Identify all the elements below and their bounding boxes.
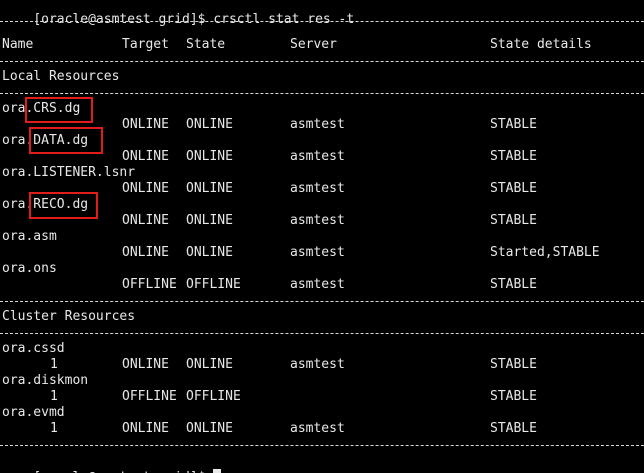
resource-name: ora.cssd [2, 341, 65, 356]
resource-state: ONLINE [186, 421, 233, 436]
header-target: Target [122, 37, 169, 52]
header-name: Name [2, 37, 34, 52]
divider [0, 21, 644, 22]
resource-row: OFFLINE OFFLINE asmtest STABLE [2, 277, 537, 293]
current-prompt-line[interactable]: [oracle@asmtest grid]$ [2, 453, 222, 473]
resource-row: ONLINE ONLINE asmtest Started,STABLE [2, 245, 600, 261]
resource-details: STABLE [490, 277, 537, 292]
resource-state: ONLINE [186, 181, 233, 196]
resource-row: 1 ONLINE ONLINE asmtest STABLE [2, 357, 537, 373]
resource-state: ONLINE [186, 117, 233, 132]
resource-target: ONLINE [122, 213, 169, 228]
header-server: Server [290, 37, 337, 52]
divider [0, 61, 644, 62]
resource-name: ora.asm [2, 229, 57, 244]
resource-details: STABLE [490, 421, 537, 436]
terminal-window[interactable]: [oracle@asmtest grid]$ crsctl stat res -… [0, 0, 644, 473]
resource-server: asmtest [290, 149, 345, 164]
resource-details: STABLE [490, 181, 537, 196]
prompt: [oracle@asmtest grid]$ [33, 12, 206, 27]
header-state: State [186, 37, 226, 52]
divider [0, 301, 644, 302]
resource-server: asmtest [290, 357, 345, 372]
header-state-details: State details [490, 37, 592, 52]
resource-details: STABLE [490, 213, 537, 228]
resource-details: Started,STABLE [490, 245, 600, 260]
section-title-cluster: Cluster Resources [2, 309, 136, 324]
resource-target: OFFLINE [122, 277, 177, 292]
resource-server: asmtest [290, 213, 345, 228]
resource-target: OFFLINE [122, 389, 177, 404]
resource-state: OFFLINE [186, 389, 241, 404]
resource-server: asmtest [290, 245, 345, 260]
resource-state: ONLINE [186, 149, 233, 164]
resource-instance-number: 1 [50, 421, 58, 436]
table-header: Name Target State Server State details [2, 37, 592, 53]
resource-instance-number: 1 [50, 357, 58, 372]
resource-state: ONLINE [186, 245, 233, 260]
resource-target: ONLINE [122, 357, 169, 372]
resource-name: ora.LISTENER.lsnr [2, 165, 136, 180]
resource-target: ONLINE [122, 149, 169, 164]
resource-server: asmtest [290, 421, 345, 436]
divider [0, 93, 644, 94]
highlight-box-data [29, 127, 103, 154]
command-text: crsctl stat res -t [213, 12, 355, 27]
resource-state: ONLINE [186, 213, 233, 228]
resource-target: ONLINE [122, 181, 169, 196]
highlight-box-crs [25, 97, 93, 123]
resource-details: STABLE [490, 117, 537, 132]
resource-state: ONLINE [186, 357, 233, 372]
section-title-local: Local Resources [2, 69, 120, 84]
resource-state: OFFLINE [186, 277, 241, 292]
resource-instance-number: 1 [50, 389, 58, 404]
resource-target: ONLINE [122, 245, 169, 260]
divider [0, 333, 644, 334]
resource-server: asmtest [290, 117, 345, 132]
resource-target: ONLINE [122, 421, 169, 436]
resource-details: STABLE [490, 389, 537, 404]
resource-details: STABLE [490, 357, 537, 372]
resource-target: ONLINE [122, 117, 169, 132]
resource-name: ora.ons [2, 261, 57, 276]
text-cursor[interactable] [213, 469, 222, 473]
divider [0, 445, 644, 446]
resource-name: ora.evmd [2, 405, 65, 420]
resource-server: asmtest [290, 181, 345, 196]
resource-row: 1 OFFLINE OFFLINE STABLE [2, 389, 537, 405]
resource-name: ora.diskmon [2, 373, 89, 388]
resource-row: 1 ONLINE ONLINE asmtest STABLE [2, 421, 537, 437]
resource-server: asmtest [290, 277, 345, 292]
resource-details: STABLE [490, 149, 537, 164]
previous-prompt-line: [oracle@asmtest grid]$ crsctl stat res -… [2, 0, 354, 27]
highlight-box-reco [29, 192, 98, 219]
